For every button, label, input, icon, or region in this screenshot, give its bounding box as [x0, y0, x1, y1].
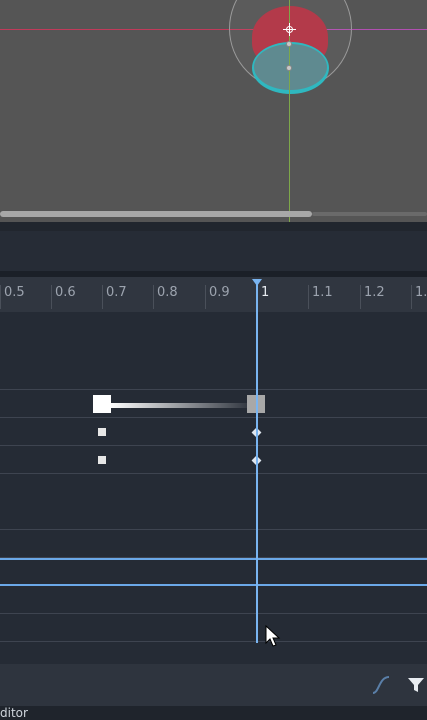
ruler-tick-label: 0.8	[153, 285, 178, 309]
filter-icon[interactable]	[407, 676, 425, 694]
ruler-tick-label: 0.9	[205, 285, 230, 309]
track-row[interactable]	[0, 558, 427, 586]
selected-track-top-border	[0, 558, 427, 560]
keyframe-tween	[110, 403, 250, 408]
keyframe[interactable]	[93, 395, 111, 413]
animation-tracks[interactable]	[0, 312, 427, 664]
viewport-horizontal-scrollbar[interactable]	[0, 211, 312, 217]
scene-viewport[interactable]	[0, 0, 427, 222]
bezier-curve-icon[interactable]	[370, 674, 392, 696]
viewport-scroll-track[interactable]	[312, 212, 427, 216]
ruler-tick-label: 0.5	[0, 285, 25, 309]
status-bar	[0, 706, 427, 720]
transform-handle-icon[interactable]	[283, 23, 296, 36]
track-row[interactable]	[0, 586, 427, 614]
panel-divider[interactable]	[0, 222, 427, 231]
pivot-point[interactable]	[286, 65, 292, 71]
track-row[interactable]	[0, 418, 427, 446]
playhead-marker-icon[interactable]	[252, 279, 262, 286]
status-text[interactable]: ditor	[0, 707, 28, 719]
keyframe[interactable]	[98, 428, 106, 436]
animation-toolbar	[0, 231, 427, 271]
track-row[interactable]	[0, 312, 427, 390]
playhead[interactable]	[256, 279, 258, 643]
timeline-ruler[interactable]: 0.5 0.6 0.7 0.8 0.9 1 1.1 1.2 1.	[0, 277, 427, 312]
ruler-tick-label: 0.6	[51, 285, 76, 309]
track-row[interactable]	[0, 530, 427, 558]
ruler-tick-label: 1	[257, 285, 269, 309]
ruler-tick-label: 1.1	[308, 285, 333, 309]
track-row[interactable]	[0, 474, 427, 530]
animation-bottom-bar	[0, 664, 427, 706]
track-row[interactable]	[0, 614, 427, 642]
track-row[interactable]	[0, 446, 427, 474]
editor-window: 0.5 0.6 0.7 0.8 0.9 1 1.1 1.2 1. ditor	[0, 0, 427, 720]
keyframe[interactable]	[98, 456, 106, 464]
ruler-tick-label: 1.	[411, 285, 427, 309]
selected-track-bottom-border	[0, 584, 427, 586]
pivot-point[interactable]	[286, 41, 292, 47]
mouse-cursor-icon	[265, 625, 281, 647]
ruler-tick-label: 0.7	[102, 285, 127, 309]
ruler-tick-label: 1.2	[360, 285, 385, 309]
